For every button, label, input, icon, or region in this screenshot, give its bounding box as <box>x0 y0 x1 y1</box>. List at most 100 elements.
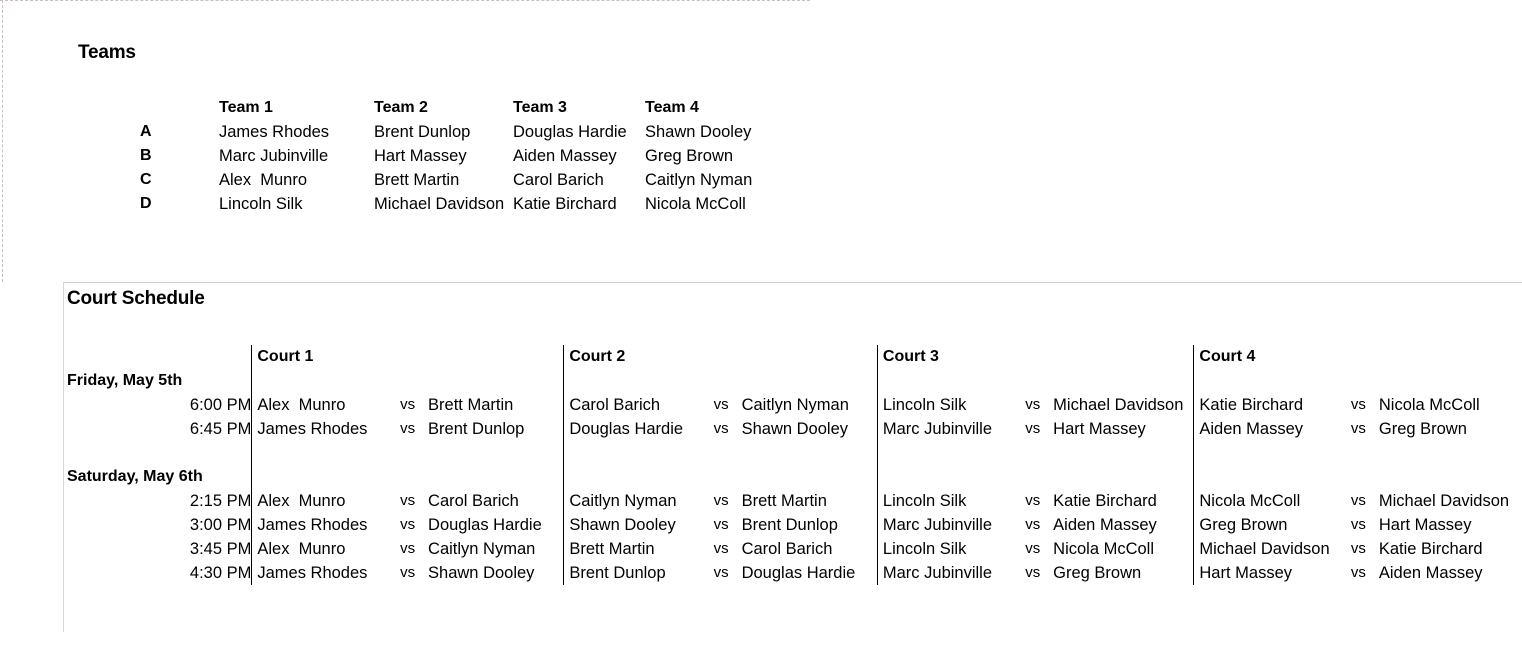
teams-row-label-b: B <box>140 147 152 164</box>
match-player-2: Hart Massey <box>1053 420 1146 438</box>
day-label-saturday: Saturday, May 6th <box>67 468 203 485</box>
match-player-2: Brent Dunlop <box>428 420 525 438</box>
court-header-spacer <box>400 345 428 369</box>
empty-cell <box>428 465 564 489</box>
vs-label: vs <box>1350 516 1366 533</box>
day-gap-row <box>0 441 1522 465</box>
court-header-1: Court 1 <box>251 345 401 369</box>
vs-label: vs <box>713 396 729 413</box>
teams-cell: Alex Munro <box>219 171 308 189</box>
match-player-1: Brett Martin <box>563 537 714 561</box>
empty-cell <box>742 465 878 489</box>
empty-cell <box>428 369 564 393</box>
match-player-2: Carol Barich <box>741 540 833 558</box>
teams-cell: Brent Dunlop <box>374 123 471 141</box>
day-label-friday: Friday, May 5th <box>67 372 183 389</box>
empty-cell <box>742 369 878 393</box>
empty-cell <box>251 441 401 465</box>
match-player-2: Caitlyn Nyman <box>741 396 849 414</box>
court-schedule-table: Court 1 Court 2 Court 3 Court 4 Friday, … <box>0 345 1522 585</box>
match-player-1: Lincoln Silk <box>876 489 1026 513</box>
vs-label: vs <box>1025 516 1041 533</box>
empty-cell <box>1379 441 1522 465</box>
teams-cell: Hart Massey <box>374 147 467 165</box>
match-player-2: Hart Massey <box>1378 516 1472 534</box>
match-player-2: Shawn Dooley <box>741 420 848 438</box>
court-header-4: Court 4 <box>1193 345 1351 369</box>
match-player-1: James Rhodes <box>251 417 401 441</box>
court-schedule-table-wrapper: Court 1 Court 2 Court 3 Court 4 Friday, … <box>0 345 1522 585</box>
teams-cell: Nicola McColl <box>645 195 746 213</box>
match-row: 4:30 PM James Rhodes vs Shawn Dooley Bre… <box>0 561 1522 585</box>
match-player-1: Shawn Dooley <box>563 513 714 537</box>
empty-cell <box>742 441 878 465</box>
vs-label: vs <box>1350 420 1366 437</box>
match-player-2: Brett Martin <box>741 492 827 510</box>
empty-cell <box>428 441 564 465</box>
vs-label: vs <box>713 540 729 557</box>
match-player-2: Greg Brown <box>1053 564 1142 582</box>
vs-label: vs <box>1025 420 1041 437</box>
empty-cell <box>251 369 401 393</box>
vs-label: vs <box>1350 540 1366 557</box>
empty-cell <box>1351 369 1379 393</box>
teams-table: Team 1 Team 2 Team 3 Team 4 A James Rhod… <box>0 96 845 216</box>
empty-cell <box>1025 369 1053 393</box>
empty-cell <box>714 369 742 393</box>
teams-row-a: A James Rhodes Brent Dunlop Douglas Hard… <box>0 120 845 144</box>
match-player-1: Greg Brown <box>1193 513 1351 537</box>
match-player-2: Katie Birchard <box>1053 492 1157 510</box>
empty-cell <box>0 441 252 465</box>
match-player-1: Brent Dunlop <box>563 561 714 585</box>
match-player-2: Caitlyn Nyman <box>428 540 536 558</box>
vs-label: vs <box>713 564 729 581</box>
court-header-spacer <box>742 345 878 369</box>
teams-row-label-a: A <box>140 123 152 140</box>
match-player-1: Marc Jubinville <box>876 561 1026 585</box>
vs-label: vs <box>400 420 416 437</box>
empty-cell <box>563 441 714 465</box>
empty-cell <box>1053 369 1194 393</box>
teams-header-team-2: Team 2 <box>374 99 428 116</box>
teams-header-team-1: Team 1 <box>219 99 273 116</box>
match-player-2: Greg Brown <box>1378 420 1467 438</box>
court-header-spacer <box>0 345 252 369</box>
empty-cell <box>1193 369 1351 393</box>
match-player-1: Alex Munro <box>251 537 401 561</box>
teams-header-team-3: Team 3 <box>513 99 567 116</box>
empty-cell <box>563 465 714 489</box>
match-player-2: Michael Davidson <box>1053 396 1184 414</box>
teams-header-row: Team 1 Team 2 Team 3 Team 4 <box>0 96 845 120</box>
teams-row-d: D Lincoln Silk Michael Davidson Katie Bi… <box>0 192 845 216</box>
empty-cell <box>876 465 1026 489</box>
court-header-spacer <box>1351 345 1379 369</box>
match-player-2: Shawn Dooley <box>428 564 535 582</box>
court-schedule-heading: Court Schedule <box>67 288 205 309</box>
match-time: 6:45 PM <box>189 420 252 438</box>
empty-cell <box>1379 465 1522 489</box>
match-player-1: Caitlyn Nyman <box>563 489 714 513</box>
empty-cell <box>1025 441 1053 465</box>
match-player-1: James Rhodes <box>251 513 401 537</box>
teams-row-b: B Marc Jubinville Hart Massey Aiden Mass… <box>0 144 845 168</box>
teams-cell: Katie Birchard <box>513 195 617 213</box>
match-player-1: Alex Munro <box>251 489 401 513</box>
match-player-1: Marc Jubinville <box>876 513 1026 537</box>
court-header-row: Court 1 Court 2 Court 3 Court 4 <box>0 345 1522 369</box>
match-player-1: Alex Munro <box>251 393 401 417</box>
match-player-2: Michael Davidson <box>1378 492 1510 510</box>
vs-label: vs <box>400 540 416 557</box>
teams-cell: Shawn Dooley <box>645 123 752 141</box>
match-row: 3:45 PM Alex Munro vs Caitlyn Nyman Bret… <box>0 537 1522 561</box>
match-player-1: Carol Barich <box>563 393 714 417</box>
court-header-spacer <box>1379 345 1522 369</box>
day-label-row-friday: Friday, May 5th <box>0 369 1522 393</box>
vs-label: vs <box>400 396 416 413</box>
empty-cell <box>1193 441 1351 465</box>
match-player-1: Michael Davidson <box>1193 537 1351 561</box>
empty-cell <box>714 465 742 489</box>
teams-header-team-4: Team 4 <box>645 99 699 116</box>
empty-cell <box>1053 441 1194 465</box>
teams-heading: Teams <box>78 42 136 63</box>
match-player-2: Brent Dunlop <box>741 516 838 534</box>
